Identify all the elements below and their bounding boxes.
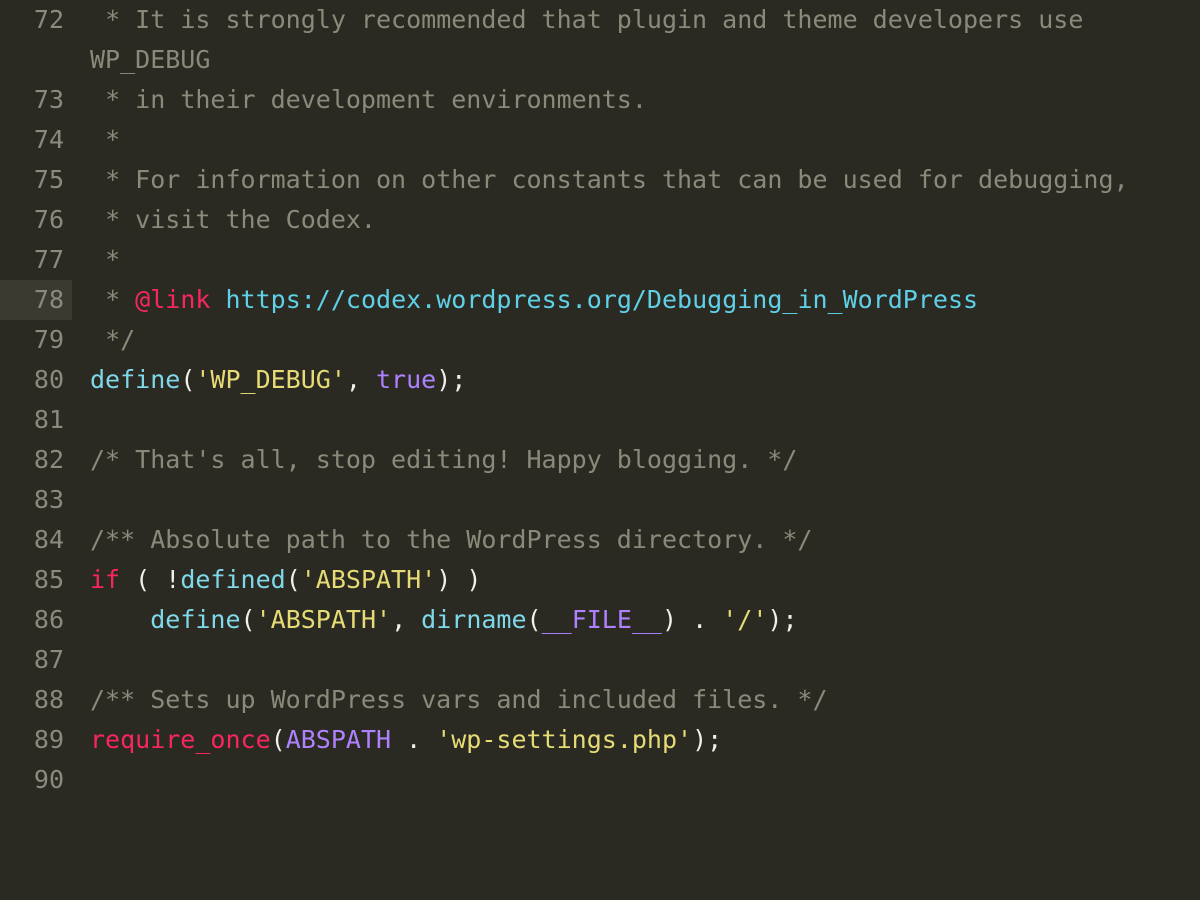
line-number: 78 bbox=[0, 280, 72, 320]
token: * bbox=[90, 285, 135, 314]
token: defined bbox=[180, 565, 285, 594]
code-line[interactable]: 75 * For information on other constants … bbox=[0, 160, 1200, 200]
line-number: 85 bbox=[0, 560, 72, 600]
token: ( bbox=[180, 365, 195, 394]
token: 'wp-settings.php' bbox=[436, 725, 692, 754]
code-content[interactable]: * bbox=[72, 120, 1200, 160]
code-editor[interactable]: 72 * It is strongly recommended that plu… bbox=[0, 0, 1200, 900]
code-content[interactable]: * For information on other constants tha… bbox=[72, 160, 1200, 200]
line-number: 80 bbox=[0, 360, 72, 400]
code-line[interactable]: 88 /** Sets up WordPress vars and include… bbox=[0, 680, 1200, 720]
token: , bbox=[346, 365, 376, 394]
code-line[interactable]: 84 /** Absolute path to the WordPress dir… bbox=[0, 520, 1200, 560]
token: ); bbox=[436, 365, 466, 394]
line-number: 73 bbox=[0, 80, 72, 120]
token: 'ABSPATH' bbox=[301, 565, 436, 594]
token: ABSPATH bbox=[286, 725, 391, 754]
code-line[interactable]: 86 define('ABSPATH', dirname(__FILE__) .… bbox=[0, 600, 1200, 640]
code-line[interactable]: 80define('WP_DEBUG', true); bbox=[0, 360, 1200, 400]
token: * in their development environments. bbox=[90, 85, 647, 114]
line-number: 88 bbox=[0, 680, 72, 720]
code-line[interactable]: 85if ( !defined('ABSPATH') ) bbox=[0, 560, 1200, 600]
code-line[interactable]: 81 bbox=[0, 400, 1200, 440]
code-content[interactable]: define('ABSPATH', dirname(__FILE__) . '/… bbox=[72, 600, 1200, 640]
token: ) ) bbox=[436, 565, 481, 594]
code-line[interactable]: 73 * in their development environments. bbox=[0, 80, 1200, 120]
token: * visit the Codex. bbox=[90, 205, 376, 234]
token: true bbox=[376, 365, 436, 394]
token: __FILE__ bbox=[542, 605, 662, 634]
token: https://codex.wordpress.org/Debugging_in… bbox=[226, 285, 979, 314]
code-line[interactable]: 90 bbox=[0, 760, 1200, 800]
token: , bbox=[391, 605, 421, 634]
token: 'ABSPATH' bbox=[256, 605, 391, 634]
line-number: 87 bbox=[0, 640, 72, 680]
token: ( bbox=[527, 605, 542, 634]
code-line[interactable]: 82 /* That's all, stop editing! Happy blo… bbox=[0, 440, 1200, 480]
code-line[interactable]: 72 * It is strongly recommended that plu… bbox=[0, 0, 1200, 80]
code-line[interactable]: 77 * bbox=[0, 240, 1200, 280]
code-content[interactable]: /* That's all, stop editing! Happy blogg… bbox=[72, 440, 1200, 480]
code-line[interactable]: 83 bbox=[0, 480, 1200, 520]
code-content[interactable]: /** Absolute path to the WordPress direc… bbox=[72, 520, 1200, 560]
code-content[interactable]: * in their development environments. bbox=[72, 80, 1200, 120]
line-number: 82 bbox=[0, 440, 72, 480]
token: dirname bbox=[421, 605, 526, 634]
token: * bbox=[90, 125, 120, 154]
code-line[interactable]: 89require_once(ABSPATH . 'wp-settings.ph… bbox=[0, 720, 1200, 760]
token: . bbox=[391, 725, 436, 754]
token: * bbox=[90, 245, 120, 274]
token: ) . bbox=[662, 605, 722, 634]
line-number: 81 bbox=[0, 400, 72, 440]
code-line[interactable]: 87 bbox=[0, 640, 1200, 680]
line-number: 86 bbox=[0, 600, 72, 640]
token: ( bbox=[271, 725, 286, 754]
token: @link bbox=[135, 285, 210, 314]
line-number: 90 bbox=[0, 760, 72, 800]
code-content[interactable]: * bbox=[72, 240, 1200, 280]
token: define bbox=[90, 365, 180, 394]
token bbox=[90, 605, 150, 634]
code-content[interactable]: /** Sets up WordPress vars and included … bbox=[72, 680, 1200, 720]
line-number: 76 bbox=[0, 200, 72, 240]
token: require_once bbox=[90, 725, 271, 754]
token: ( bbox=[241, 605, 256, 634]
line-number: 89 bbox=[0, 720, 72, 760]
token bbox=[210, 285, 225, 314]
line-number: 77 bbox=[0, 240, 72, 280]
line-number: 84 bbox=[0, 520, 72, 560]
code-content[interactable]: define('WP_DEBUG', true); bbox=[72, 360, 1200, 400]
code-content[interactable]: if ( !defined('ABSPATH') ) bbox=[72, 560, 1200, 600]
token: if bbox=[90, 565, 120, 594]
token: * It is strongly recommended that plugin… bbox=[90, 5, 1098, 74]
code-line[interactable]: 76 * visit the Codex. bbox=[0, 200, 1200, 240]
code-line[interactable]: 79 */ bbox=[0, 320, 1200, 360]
code-content[interactable]: */ bbox=[72, 320, 1200, 360]
code-content[interactable]: require_once(ABSPATH . 'wp-settings.php'… bbox=[72, 720, 1200, 760]
token: /** Absolute path to the WordPress direc… bbox=[90, 525, 812, 554]
token: ); bbox=[692, 725, 722, 754]
line-number: 79 bbox=[0, 320, 72, 360]
line-number: 83 bbox=[0, 480, 72, 520]
token: define bbox=[150, 605, 240, 634]
token: ( ! bbox=[120, 565, 180, 594]
code-line[interactable]: 74 * bbox=[0, 120, 1200, 160]
token: /** Sets up WordPress vars and included … bbox=[90, 685, 828, 714]
token: 'WP_DEBUG' bbox=[195, 365, 346, 394]
code-content[interactable]: * visit the Codex. bbox=[72, 200, 1200, 240]
token: */ bbox=[90, 325, 135, 354]
token: '/' bbox=[722, 605, 767, 634]
code-content[interactable]: * It is strongly recommended that plugin… bbox=[72, 0, 1200, 80]
token: ); bbox=[767, 605, 797, 634]
token: * For information on other constants tha… bbox=[90, 165, 1129, 194]
line-number: 74 bbox=[0, 120, 72, 160]
token: ( bbox=[286, 565, 301, 594]
line-number: 72 bbox=[0, 0, 72, 40]
code-line[interactable]: 78 * @link https://codex.wordpress.org/D… bbox=[0, 280, 1200, 320]
code-content[interactable]: * @link https://codex.wordpress.org/Debu… bbox=[72, 280, 1200, 320]
token: /* That's all, stop editing! Happy blogg… bbox=[90, 445, 797, 474]
line-number: 75 bbox=[0, 160, 72, 200]
